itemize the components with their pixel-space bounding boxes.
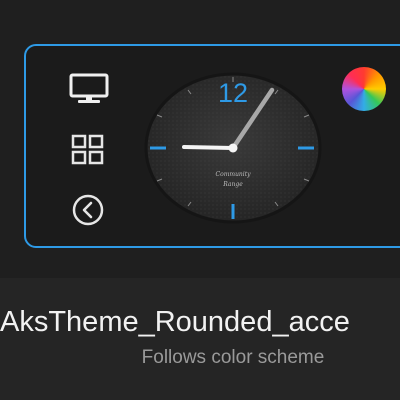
hour-hand bbox=[182, 145, 235, 150]
analog-clock: 12 Community Range bbox=[144, 72, 322, 224]
brand-line-2: Range bbox=[222, 181, 243, 188]
theme-subtitle-label: Follows color scheme bbox=[141, 347, 325, 368]
numeral-12: 12 bbox=[218, 78, 248, 108]
color-wheel-swatch[interactable] bbox=[342, 67, 386, 111]
back-circle-icon[interactable] bbox=[70, 193, 106, 227]
theme-name-label: AksTheme_Rounded_acce bbox=[0, 306, 350, 338]
preview-panel[interactable]: 12 Community Range bbox=[0, 0, 400, 278]
brand-line-1: Community bbox=[215, 171, 251, 178]
clock-center-pin bbox=[228, 143, 238, 153]
monitor-icon[interactable] bbox=[68, 72, 110, 106]
grid-icon[interactable] bbox=[70, 134, 106, 166]
theme-preview-stage: 12 Community Range AksTheme_Rounded_acce… bbox=[0, 0, 400, 400]
